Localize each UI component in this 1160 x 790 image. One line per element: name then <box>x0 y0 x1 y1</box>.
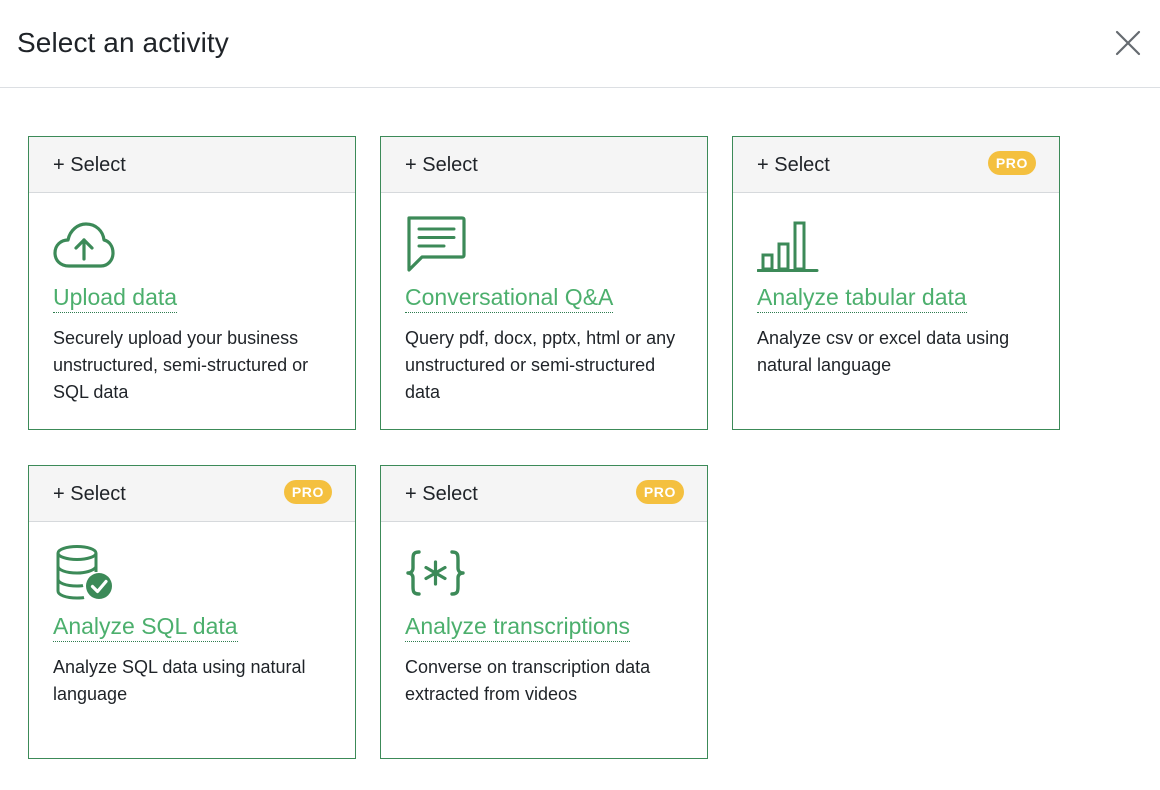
select-button[interactable]: + Select <box>405 153 478 177</box>
card-title-link[interactable]: Analyze transcriptions <box>405 611 630 642</box>
curly-braces-asterisk-icon <box>405 544 467 602</box>
select-button[interactable]: + Select <box>757 153 830 177</box>
card-select-bar[interactable]: + Select <box>29 137 355 193</box>
pro-badge: PRO <box>283 480 332 504</box>
select-button[interactable]: + Select <box>53 153 126 177</box>
activity-card-conversational-qa[interactable]: + Select Conversational Q&A Query pdf, d… <box>380 136 708 430</box>
activity-card-analyze-tabular-data[interactable]: + Select PRO Analyze tabular data Analyz… <box>732 136 1060 430</box>
card-description: Analyze SQL data using natural language <box>53 657 306 704</box>
activity-dialog: Select an activity + Select Upload data … <box>0 0 1160 790</box>
card-title-link[interactable]: Upload data <box>53 282 178 313</box>
select-button[interactable]: + Select <box>53 482 126 506</box>
card-description: Analyze csv or excel data using natural … <box>757 328 1010 375</box>
dialog-header: Select an activity <box>0 0 1160 88</box>
bar-chart-icon <box>756 215 819 273</box>
card-description: Query pdf, docx, pptx, html or any unstr… <box>405 328 676 402</box>
activity-card-analyze-sql-data[interactable]: + Select PRO Analyze SQL data Analyze SQ… <box>28 465 356 759</box>
card-select-bar[interactable]: + Select PRO <box>381 466 707 522</box>
select-button[interactable]: + Select <box>405 482 478 506</box>
dialog-title: Select an activity <box>17 27 229 58</box>
pro-badge: PRO <box>635 480 684 504</box>
card-title-link[interactable]: Analyze tabular data <box>757 282 967 313</box>
card-title-link[interactable]: Analyze SQL data <box>53 611 238 642</box>
card-select-bar[interactable]: + Select PRO <box>29 466 355 522</box>
chat-message-icon <box>405 215 467 273</box>
activity-card-upload-data[interactable]: + Select Upload data Securely upload you… <box>28 136 356 430</box>
close-icon[interactable] <box>1109 24 1147 62</box>
card-select-bar[interactable]: + Select <box>381 137 707 193</box>
close-button[interactable] <box>1109 24 1147 62</box>
card-description: Securely upload your business unstructur… <box>53 328 309 402</box>
database-check-icon <box>53 544 115 602</box>
card-select-bar[interactable]: + Select PRO <box>733 137 1059 193</box>
cloud-upload-icon <box>53 215 115 273</box>
pro-badge: PRO <box>987 151 1036 175</box>
card-title-link[interactable]: Conversational Q&A <box>405 282 614 313</box>
card-description: Converse on transcription data extracted… <box>405 657 651 704</box>
activity-card-analyze-transcriptions[interactable]: + Select PRO Analyze transcriptions Conv… <box>380 465 708 759</box>
